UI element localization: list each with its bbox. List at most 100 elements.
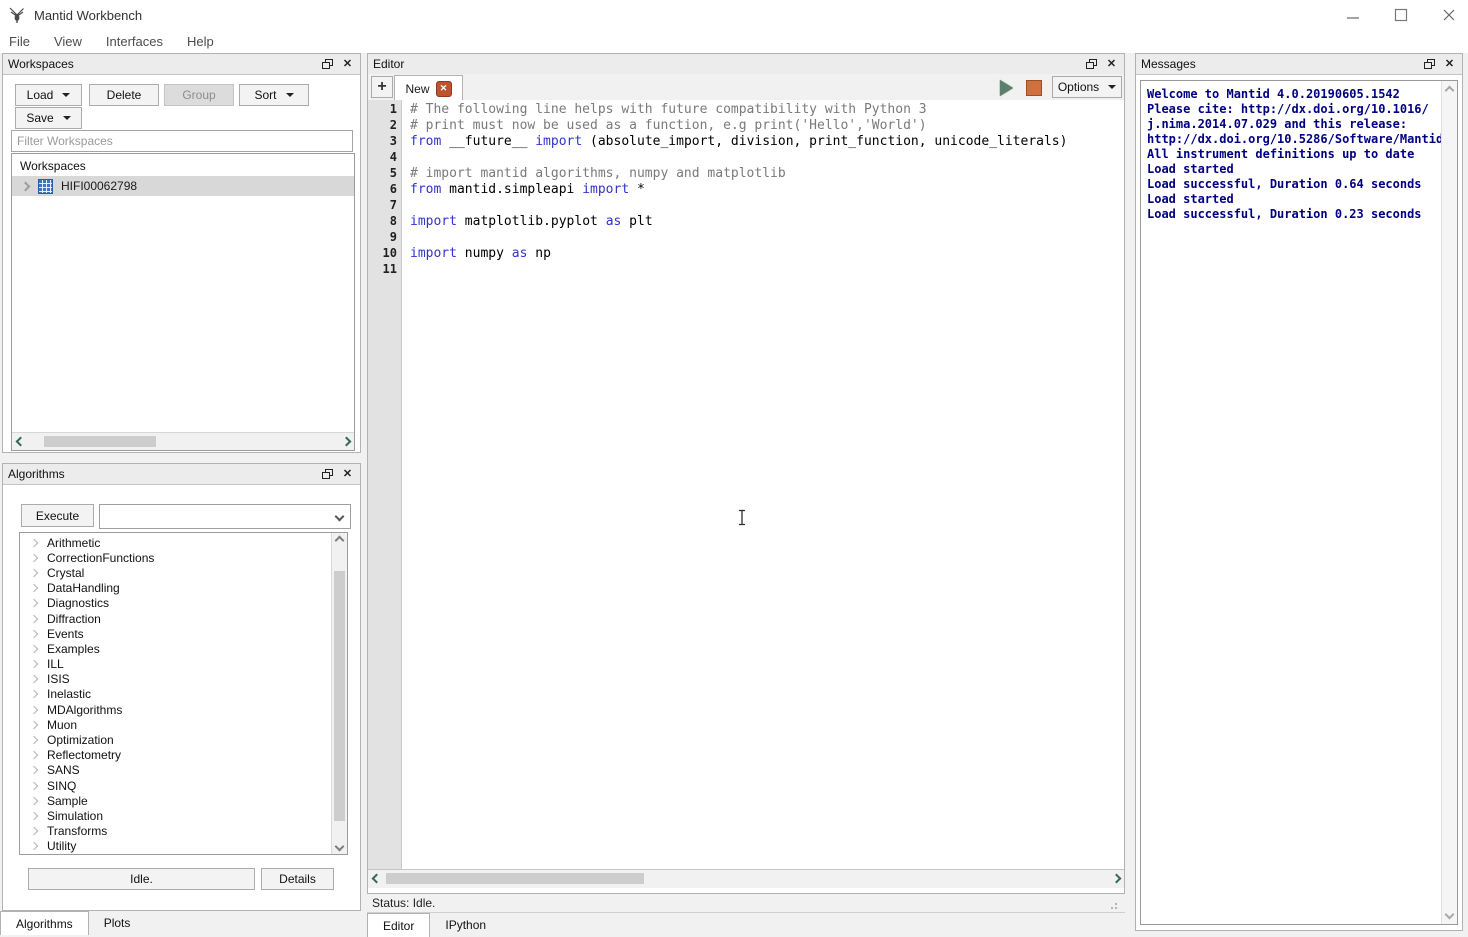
algorithm-category-utility[interactable]: Utility <box>20 839 331 854</box>
messages-vertical-scrollbar[interactable] <box>1441 81 1457 924</box>
float-panel-icon[interactable] <box>1422 57 1437 71</box>
expand-chevron-icon[interactable] <box>30 614 38 622</box>
scroll-up-icon[interactable] <box>332 533 347 548</box>
details-button[interactable]: Details <box>261 868 334 890</box>
expand-chevron-icon[interactable] <box>30 766 38 774</box>
code-text <box>405 198 410 214</box>
dock-tab-editor[interactable]: Editor <box>367 913 430 937</box>
algorithm-category-diagnostics[interactable]: Diagnostics <box>20 596 331 611</box>
resize-grip[interactable] <box>1107 899 1117 909</box>
workspace-item[interactable]: HIFI00062798 <box>12 176 354 196</box>
close-button[interactable] <box>1434 3 1464 27</box>
algorithm-category-transforms[interactable]: Transforms <box>20 824 331 839</box>
expand-chevron-icon[interactable] <box>21 181 31 191</box>
menu-view[interactable]: View <box>54 34 82 49</box>
expand-chevron-icon[interactable] <box>30 538 38 546</box>
close-panel-icon[interactable]: ✕ <box>1104 57 1119 71</box>
expand-chevron-icon[interactable] <box>30 645 38 653</box>
expand-chevron-icon[interactable] <box>30 599 38 607</box>
workspaces-horizontal-scrollbar[interactable] <box>12 432 354 450</box>
algorithm-category-correctionfunctions[interactable]: CorrectionFunctions <box>20 550 331 565</box>
algorithm-category-events[interactable]: Events <box>20 626 331 641</box>
expand-chevron-icon[interactable] <box>30 842 38 850</box>
expand-chevron-icon[interactable] <box>30 797 38 805</box>
new-tab-button[interactable]: + <box>371 76 393 98</box>
algorithm-category-simulation[interactable]: Simulation <box>20 808 331 823</box>
expand-chevron-icon[interactable] <box>30 705 38 713</box>
code-editor[interactable]: 1# The following line helps with future … <box>368 100 1124 870</box>
expand-chevron-icon[interactable] <box>30 736 38 744</box>
scrollbar-thumb[interactable] <box>44 436 156 447</box>
algorithm-category-sinq[interactable]: SINQ <box>20 778 331 793</box>
expand-chevron-icon[interactable] <box>30 584 38 592</box>
expand-chevron-icon[interactable] <box>30 827 38 835</box>
execute-button[interactable]: Execute <box>21 504 94 527</box>
workspaces-tree[interactable]: Workspaces HIFI00062798 <box>11 153 355 451</box>
options-button[interactable]: Options <box>1052 76 1122 98</box>
scrollbar-thumb[interactable] <box>334 571 345 821</box>
scroll-right-icon[interactable] <box>1108 870 1124 886</box>
code-line: 2# print must now be used as a function,… <box>368 118 1124 134</box>
algorithm-category-mdalgorithms[interactable]: MDAlgorithms <box>20 702 331 717</box>
abort-script-button[interactable] <box>1024 79 1044 96</box>
maximize-button[interactable] <box>1386 3 1416 27</box>
algorithm-category-sample[interactable]: Sample <box>20 793 331 808</box>
minimize-button[interactable] <box>1338 3 1368 27</box>
algorithm-category-reflectometry[interactable]: Reflectometry <box>20 748 331 763</box>
scroll-down-icon[interactable] <box>332 839 347 854</box>
messages-log[interactable]: Welcome to Mantid 4.0.20190605.1542Pleas… <box>1140 80 1458 925</box>
algorithm-category-sans[interactable]: SANS <box>20 763 331 778</box>
tab-close-icon[interactable]: ✕ <box>436 81 452 97</box>
float-panel-icon[interactable] <box>320 467 335 481</box>
expand-chevron-icon[interactable] <box>30 812 38 820</box>
sort-button[interactable]: Sort <box>239 84 309 106</box>
run-script-button[interactable] <box>994 79 1018 96</box>
algorithm-search-combobox[interactable] <box>99 504 351 529</box>
scrollbar-thumb[interactable] <box>386 873 644 884</box>
dock-tab-algorithms[interactable]: Algorithms <box>0 911 89 935</box>
menu-file[interactable]: File <box>9 34 30 49</box>
scroll-left-icon[interactable] <box>368 870 384 886</box>
algorithms-vertical-scrollbar[interactable] <box>331 533 347 854</box>
expand-chevron-icon[interactable] <box>30 629 38 637</box>
algorithm-category-list[interactable]: ArithmeticCorrectionFunctionsCrystalData… <box>19 532 348 855</box>
close-panel-icon[interactable]: ✕ <box>340 467 355 481</box>
expand-chevron-icon[interactable] <box>30 660 38 668</box>
algorithm-category-datahandling[interactable]: DataHandling <box>20 581 331 596</box>
scroll-right-icon[interactable] <box>338 433 354 449</box>
editor-horizontal-scrollbar[interactable] <box>368 869 1124 888</box>
menu-help[interactable]: Help <box>187 34 214 49</box>
expand-chevron-icon[interactable] <box>30 781 38 789</box>
algorithm-category-arithmetic[interactable]: Arithmetic <box>20 535 331 550</box>
float-panel-icon[interactable] <box>320 57 335 71</box>
expand-chevron-icon[interactable] <box>30 554 38 562</box>
dock-tab-ipython[interactable]: IPython <box>430 913 501 937</box>
load-button[interactable]: Load <box>15 84 82 106</box>
dock-tab-plots[interactable]: Plots <box>89 911 146 935</box>
algorithm-category-examples[interactable]: Examples <box>20 641 331 656</box>
algorithm-category-muon[interactable]: Muon <box>20 717 331 732</box>
close-panel-icon[interactable]: ✕ <box>340 57 355 71</box>
close-panel-icon[interactable]: ✕ <box>1442 57 1457 71</box>
save-button[interactable]: Save <box>15 107 82 129</box>
expand-chevron-icon[interactable] <box>30 675 38 683</box>
scroll-up-icon[interactable] <box>1442 83 1457 98</box>
delete-button[interactable]: Delete <box>89 84 159 106</box>
filter-workspaces-input[interactable] <box>11 130 353 152</box>
algorithm-category-diffraction[interactable]: Diffraction <box>20 611 331 626</box>
expand-chevron-icon[interactable] <box>30 690 38 698</box>
menu-interfaces[interactable]: Interfaces <box>106 34 163 49</box>
algorithm-category-optimization[interactable]: Optimization <box>20 732 331 747</box>
algorithm-category-crystal[interactable]: Crystal <box>20 565 331 580</box>
expand-chevron-icon[interactable] <box>30 751 38 759</box>
scroll-left-icon[interactable] <box>12 433 28 449</box>
algorithm-category-ill[interactable]: ILL <box>20 657 331 672</box>
scroll-down-icon[interactable] <box>1442 907 1457 922</box>
algorithm-category-inelastic[interactable]: Inelastic <box>20 687 331 702</box>
algorithm-category-isis[interactable]: ISIS <box>20 672 331 687</box>
tab-new-script[interactable]: New ✕ <box>394 75 463 101</box>
messages-panel-header: Messages ✕ <box>1136 54 1462 75</box>
float-panel-icon[interactable] <box>1084 57 1099 71</box>
expand-chevron-icon[interactable] <box>30 569 38 577</box>
expand-chevron-icon[interactable] <box>30 721 38 729</box>
